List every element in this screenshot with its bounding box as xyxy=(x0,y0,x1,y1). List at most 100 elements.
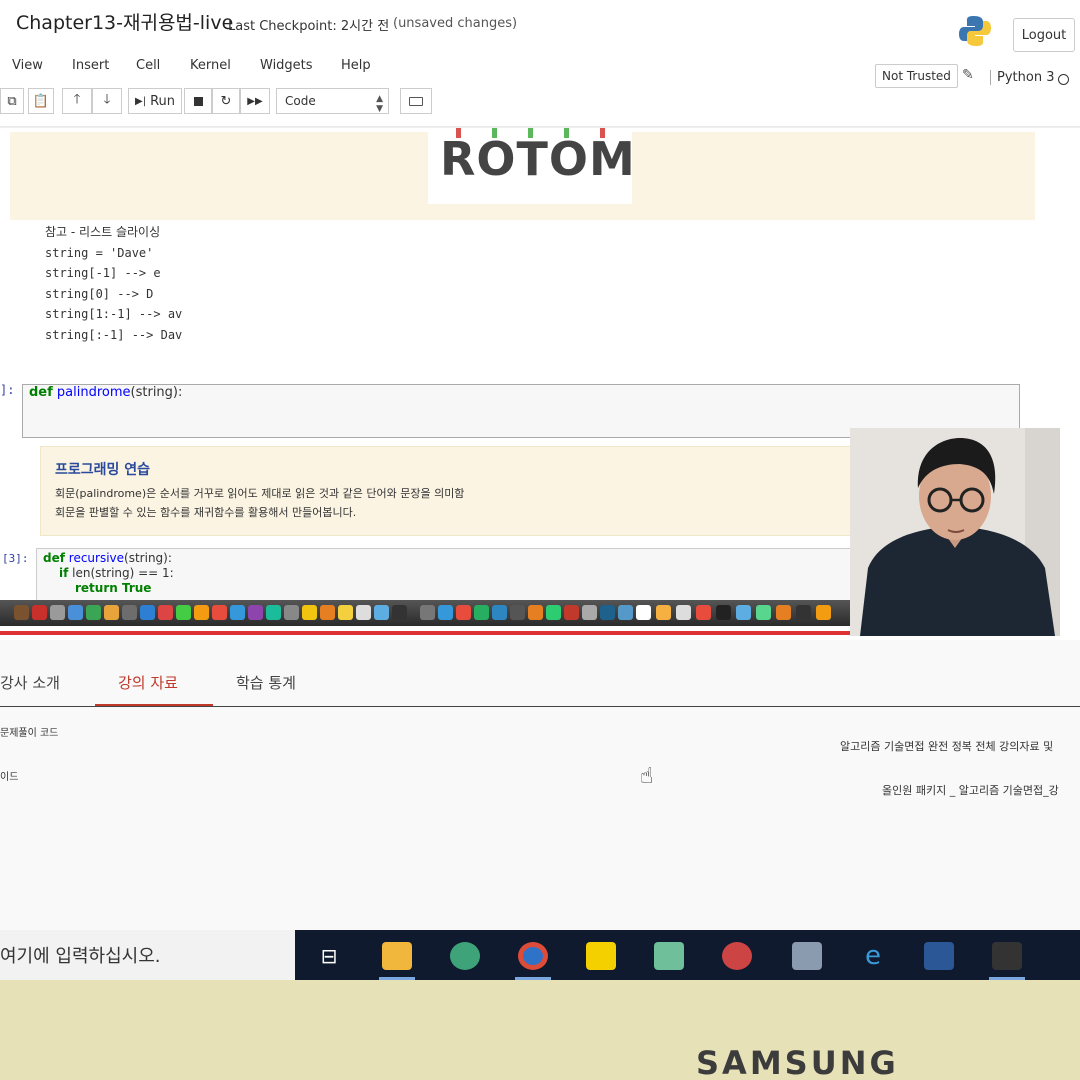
keyboard-shortcuts-button[interactable] xyxy=(400,88,432,114)
app-icon[interactable] xyxy=(438,605,453,620)
restart-run-all-button[interactable]: ▶▶ xyxy=(240,88,270,114)
app-icon[interactable] xyxy=(456,605,471,620)
app-icon[interactable] xyxy=(654,942,684,970)
app-icon[interactable] xyxy=(600,605,615,620)
slicing-line: string[:-1] --> Dav xyxy=(45,327,183,342)
restart-button[interactable]: ↻ xyxy=(212,88,240,114)
paste-button[interactable]: 📋 xyxy=(28,88,54,114)
restart-icon: ↻ xyxy=(220,93,232,109)
menu-cell[interactable]: Cell xyxy=(136,58,160,73)
app-icon[interactable] xyxy=(546,605,561,620)
menu-view[interactable]: View xyxy=(12,58,43,73)
logout-button[interactable]: Logout xyxy=(1013,18,1075,52)
code-keyword: def xyxy=(29,385,53,400)
monitor-screen: Chapter13-재귀용법-live Last Checkpoint: 2시간… xyxy=(0,0,1080,980)
app-icon[interactable] xyxy=(248,605,263,620)
app-icon[interactable] xyxy=(582,605,597,620)
excel-icon[interactable] xyxy=(474,605,489,620)
app-icon[interactable] xyxy=(320,605,335,620)
word-icon[interactable] xyxy=(492,605,507,620)
app-icon[interactable] xyxy=(564,605,579,620)
slicing-line: string = 'Dave' xyxy=(45,245,154,260)
notebook-title[interactable]: Chapter13-재귀용법-live xyxy=(16,8,233,35)
app-icon[interactable] xyxy=(510,605,525,620)
app-dock xyxy=(0,600,860,626)
app-icon[interactable] xyxy=(68,605,83,620)
app-icon[interactable] xyxy=(122,605,137,620)
app-icon[interactable] xyxy=(50,605,65,620)
word-icon[interactable] xyxy=(924,942,954,970)
app-icon[interactable] xyxy=(450,942,480,970)
practice-description: 회문(palindrome)은 순서를 거꾸로 읽어도 제대로 읽은 것과 같은… xyxy=(55,487,465,500)
tab-stats[interactable]: 학습 통계 xyxy=(236,672,296,693)
app-icon[interactable] xyxy=(338,605,353,620)
app-icon[interactable] xyxy=(176,605,191,620)
menu-kernel[interactable]: Kernel xyxy=(190,58,231,73)
app-icon[interactable] xyxy=(194,605,209,620)
app-icon[interactable] xyxy=(230,605,245,620)
markdown-cell-logo[interactable]: ROTOM xyxy=(10,128,1035,220)
pencil-icon[interactable]: ✎ xyxy=(962,67,974,83)
kakaotalk-icon[interactable] xyxy=(586,942,616,970)
app-icon[interactable] xyxy=(736,605,751,620)
move-down-button[interactable]: 🡓 xyxy=(92,88,122,114)
app-icon[interactable] xyxy=(696,605,711,620)
tab-instructor[interactable]: 강사 소개 xyxy=(0,672,60,693)
app-icon[interactable] xyxy=(158,605,173,620)
not-trusted-button[interactable]: Not Trusted xyxy=(875,64,958,88)
practice-description: 회문을 판별할 수 있는 함수를 재귀함수를 활용해서 만들어봅니다. xyxy=(55,506,357,519)
app-icon[interactable] xyxy=(776,605,791,620)
app-icon[interactable] xyxy=(212,605,227,620)
app-icon[interactable] xyxy=(992,942,1022,970)
run-button[interactable]: ▶| Run xyxy=(128,88,182,114)
material-link[interactable]: 알고리즘 기술면접 완전 정복 전체 강의자료 및 xyxy=(840,738,1053,754)
app-icon[interactable] xyxy=(618,605,633,620)
move-up-button[interactable]: 🡑 xyxy=(62,88,92,114)
app-icon[interactable] xyxy=(796,605,811,620)
menu-widgets[interactable]: Widgets xyxy=(260,58,313,73)
app-icon[interactable] xyxy=(32,605,47,620)
material-link[interactable]: 올인원 패키지 _ 알고리즘 기술면접_강 xyxy=(882,782,1059,798)
finder-icon[interactable] xyxy=(14,605,29,620)
app-icon[interactable] xyxy=(140,605,155,620)
material-link[interactable]: 문제풀이 코드 xyxy=(0,724,58,739)
app-icon[interactable] xyxy=(676,605,691,620)
taskbar-search-box[interactable]: 여기에 입력하십시오. xyxy=(0,930,295,980)
interrupt-button[interactable] xyxy=(184,88,212,114)
material-link[interactable]: 이드 xyxy=(0,768,18,783)
code-keyword: if xyxy=(59,566,69,580)
task-view-icon[interactable]: ⊟ xyxy=(314,942,344,970)
code-line: return True xyxy=(43,581,174,596)
chrome-icon[interactable] xyxy=(518,942,548,970)
video-progress-bar[interactable] xyxy=(0,631,970,635)
app-icon[interactable] xyxy=(756,605,771,620)
app-icon[interactable] xyxy=(86,605,101,620)
firefox-icon[interactable] xyxy=(816,605,831,620)
rotom-logo: ROTOM xyxy=(428,128,635,204)
app-icon[interactable] xyxy=(356,605,371,620)
internet-explorer-icon[interactable]: e xyxy=(858,941,888,971)
app-icon[interactable] xyxy=(528,605,543,620)
markdown-cell-practice[interactable]: 프로그래밍 연습 회문(palindrome)은 순서를 거꾸로 읽어도 제대로… xyxy=(40,446,952,536)
app-icon[interactable] xyxy=(374,605,389,620)
app-icon[interactable] xyxy=(302,605,317,620)
tab-materials[interactable]: 강의 자료 xyxy=(118,672,178,693)
menu-insert[interactable]: Insert xyxy=(72,58,109,73)
menu-help[interactable]: Help xyxy=(341,58,371,73)
app-icon[interactable] xyxy=(636,605,651,620)
app-icon[interactable] xyxy=(284,605,299,620)
app-icon[interactable] xyxy=(420,605,435,620)
app-icon[interactable] xyxy=(792,942,822,970)
file-explorer-icon[interactable] xyxy=(382,942,412,970)
app-icon[interactable] xyxy=(656,605,671,620)
code-function-name: recursive xyxy=(68,551,125,565)
app-icon[interactable] xyxy=(722,942,752,970)
slicing-reference[interactable]: 참고 - 리스트 슬라이싱 string = 'Dave' string[-1]… xyxy=(45,222,182,345)
app-icon[interactable] xyxy=(392,605,407,620)
app-icon[interactable] xyxy=(716,605,731,620)
code-cell-recursive[interactable]: def recursive(string): if len(string) ==… xyxy=(36,548,936,608)
app-icon[interactable] xyxy=(104,605,119,620)
cell-type-select[interactable]: Code ▲ ▼ xyxy=(276,88,389,114)
copy-button[interactable]: ⧉ xyxy=(0,88,24,114)
app-icon[interactable] xyxy=(266,605,281,620)
